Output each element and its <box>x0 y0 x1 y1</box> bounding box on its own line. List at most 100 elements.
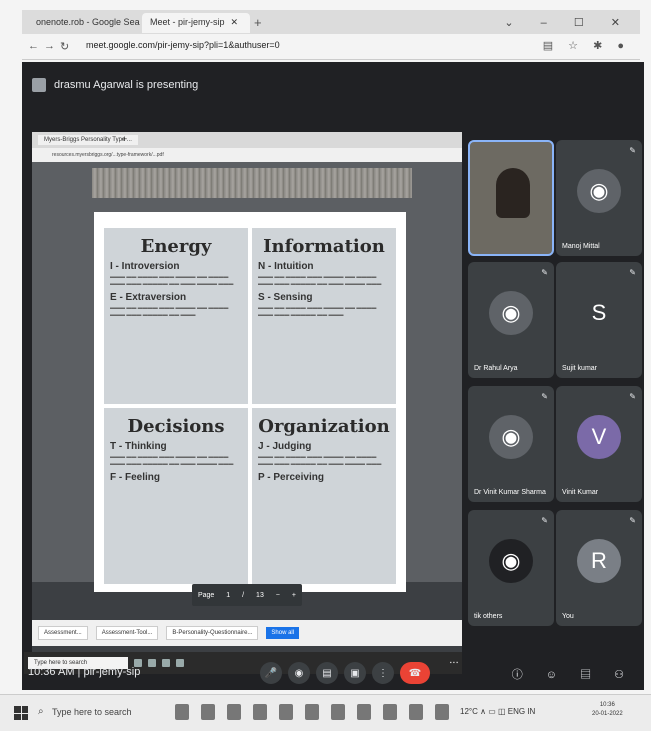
quadrant-body: ▬▬▬ ▬▬ ▬▬▬▬ ▬▬▬ ▬▬▬▬ ▬▬ ▬▬▬▬ ▬▬▬ ▬▬▬ ▬▬▬… <box>258 454 382 467</box>
forward-icon[interactable]: → <box>44 40 55 52</box>
plus-icon: + <box>122 134 128 144</box>
app-icon[interactable] <box>383 704 397 720</box>
participant-name: Manoj Mittal <box>562 243 600 250</box>
participant-tile[interactable]: ✎ R You <box>556 510 642 626</box>
meeting-info: 10:36 AM | pir-jemy-sip <box>28 666 141 678</box>
participant-tile[interactable] <box>468 140 554 256</box>
tray-icons: ∧ ▭ ◫ <box>480 707 508 716</box>
app-icon[interactable] <box>435 704 449 720</box>
avatar: S <box>591 300 607 326</box>
mic-icon[interactable]: 🎤 <box>260 662 282 684</box>
url-field[interactable]: meet.google.com/pir-jemy-sip?pli=1&authu… <box>86 40 280 50</box>
avatar: ◉ <box>489 291 533 336</box>
mic-off-icon: ✎ <box>629 268 636 277</box>
app-icon[interactable] <box>409 704 423 720</box>
participant-tile[interactable]: ✎ ◉ Manoj Mittal <box>556 140 642 256</box>
windows-taskbar: ⌕ Type here to search 12°C ∧ ▭ ◫ ENG IN … <box>0 694 651 731</box>
system-tray[interactable]: 12°C ∧ ▭ ◫ ENG IN <box>460 707 535 716</box>
quadrant-heading: F - Feeling <box>110 472 160 483</box>
avatar: ◉ <box>577 169 621 214</box>
lang-text: ENG <box>507 707 526 716</box>
download-item[interactable]: Assessment-Tool... <box>95 626 159 640</box>
quadrant-body: ▬▬▬ ▬▬ ▬▬▬▬ ▬▬▬ ▬▬▬▬ ▬▬ ▬▬▬▬ ▬▬▬ ▬▬▬ ▬▬▬… <box>110 454 234 467</box>
quadrant-information: Information N - Intuition ▬▬▬ ▬▬ ▬▬▬▬ ▬▬… <box>252 228 396 404</box>
participant-tile[interactable]: ✎ V Vinit Kumar <box>556 386 642 502</box>
close-icon[interactable]: ✕ <box>231 17 239 27</box>
quadrant-heading: P - Perceiving <box>258 472 324 483</box>
more-options-icon[interactable]: ⋮ <box>372 662 394 684</box>
avatar: R <box>577 539 621 584</box>
app-icon[interactable] <box>253 704 267 720</box>
present-icon[interactable]: ▣ <box>344 662 366 684</box>
presenter-icon <box>32 78 46 92</box>
back-icon[interactable]: ← <box>28 40 39 52</box>
region-text: IN <box>527 707 536 716</box>
participant-name: Vinit Kumar <box>562 489 599 496</box>
quadrant-organization: Organization J - Judging ▬▬▬ ▬▬ ▬▬▬▬ ▬▬▬… <box>252 408 396 584</box>
app-icon[interactable] <box>279 704 293 720</box>
end-call-button[interactable]: ☎ <box>400 662 430 684</box>
tab-label: Meet - pir-jemy-sip <box>150 17 225 27</box>
page-total: 13 <box>256 591 264 599</box>
app-icon[interactable] <box>201 704 215 720</box>
clock-date: 20-01-2022 <box>592 711 623 717</box>
zoom-out-icon[interactable]: − <box>276 592 280 599</box>
participant-tile[interactable]: ✎ ◉ Dr Vinit Kumar Sharma <box>468 386 554 502</box>
tab-meet[interactable]: Meet - pir-jemy-sip ✕ <box>142 13 250 33</box>
taskbar-search[interactable]: ⌕ Type here to search <box>36 701 156 725</box>
app-icon[interactable] <box>331 704 345 720</box>
meet-control-bar: 10:36 AM | pir-jemy-sip 🎤 ◉ ▤ ▣ ⋮ ☎ ⓘ ☺ … <box>22 658 644 690</box>
mic-off-icon: ✎ <box>629 516 636 525</box>
quadrant-title: Energy <box>140 236 212 257</box>
app-icon[interactable] <box>305 704 319 720</box>
clock-time: 10:36 <box>599 702 615 708</box>
weather-text: 12°C <box>460 707 478 716</box>
download-item[interactable]: Assessment... <box>38 626 88 640</box>
presenting-text: drasmu Agarwal is presenting <box>54 79 199 91</box>
camera-icon[interactable]: ◉ <box>288 662 310 684</box>
meet-side-icons[interactable]: ⓘ ☺ ▤ ⚇ <box>512 666 634 682</box>
show-all-button[interactable]: Show all <box>266 627 300 639</box>
taskbar-search-text: Type here to search <box>52 707 132 717</box>
app-icon[interactable] <box>357 704 371 720</box>
downloads-bar: Assessment... Assessment-Tool... B-Perso… <box>32 620 462 646</box>
participant-tile[interactable]: ✎ ◉ Dr Rahul Arya <box>468 262 554 378</box>
windows-start-icon[interactable] <box>14 706 28 720</box>
quadrant-heading: J - Judging <box>258 441 312 452</box>
quadrant-decisions: Decisions T - Thinking ▬▬▬ ▬▬ ▬▬▬▬ ▬▬▬ ▬… <box>104 408 248 584</box>
pdf-page-toolbar: Page 1 / 13 − + <box>192 584 302 606</box>
reload-icon[interactable]: ↻ <box>60 40 69 53</box>
taskbar-clock[interactable]: 10:36 20-01-2022 <box>592 701 623 719</box>
new-tab-icon[interactable]: + <box>254 15 262 30</box>
page-number[interactable]: 1 <box>226 592 230 599</box>
quadrant-heading: E - Extraversion <box>110 292 187 303</box>
tab-label: onenote.rob - Google Search <box>36 17 140 27</box>
app-icon[interactable] <box>227 704 241 720</box>
page-label: Page <box>197 591 215 599</box>
presenting-banner: drasmu Agarwal is presenting <box>32 72 432 98</box>
quadrant-title: Organization <box>258 416 390 437</box>
captions-icon[interactable]: ▤ <box>316 662 338 684</box>
participant-tile[interactable]: ✎ ◉ tik others <box>468 510 554 626</box>
tab-search[interactable]: onenote.rob - Google Search✕ <box>28 13 140 33</box>
participant-tile[interactable]: ✎ S Sujit kumar <box>556 262 642 378</box>
quadrant-energy: Energy I - Introversion ▬▬▬ ▬▬ ▬▬▬▬ ▬▬▬ … <box>104 228 248 404</box>
download-item[interactable]: B-Personality-Questionnaire... <box>166 626 259 640</box>
participant-name: Sujit kumar <box>562 365 598 372</box>
page-separator: / <box>242 591 245 599</box>
window-controls[interactable]: ⌄ – ☐ ✕ <box>504 16 632 29</box>
participant-name: Dr Vinit Kumar Sharma <box>474 489 546 496</box>
address-bar: ← → ↻ meet.google.com/pir-jemy-sip?pli=1… <box>22 34 640 60</box>
app-icon[interactable] <box>175 704 189 720</box>
avatar: V <box>577 415 621 460</box>
quadrant-title: Decisions <box>127 416 225 437</box>
zoom-in-icon[interactable]: + <box>292 592 296 599</box>
quadrant-heading: T - Thinking <box>110 441 167 452</box>
quadrant-heading: I - Introversion <box>110 261 180 272</box>
extension-icons[interactable]: ▤ ☆ ✱ ● <box>543 39 630 52</box>
mic-off-icon: ✎ <box>541 392 548 401</box>
participant-name: tik others <box>474 613 503 620</box>
mic-off-icon: ✎ <box>541 516 548 525</box>
meet-window: drasmu Agarwal is presenting Myers-Brigg… <box>22 62 644 690</box>
quadrant-title: Information <box>263 236 385 257</box>
